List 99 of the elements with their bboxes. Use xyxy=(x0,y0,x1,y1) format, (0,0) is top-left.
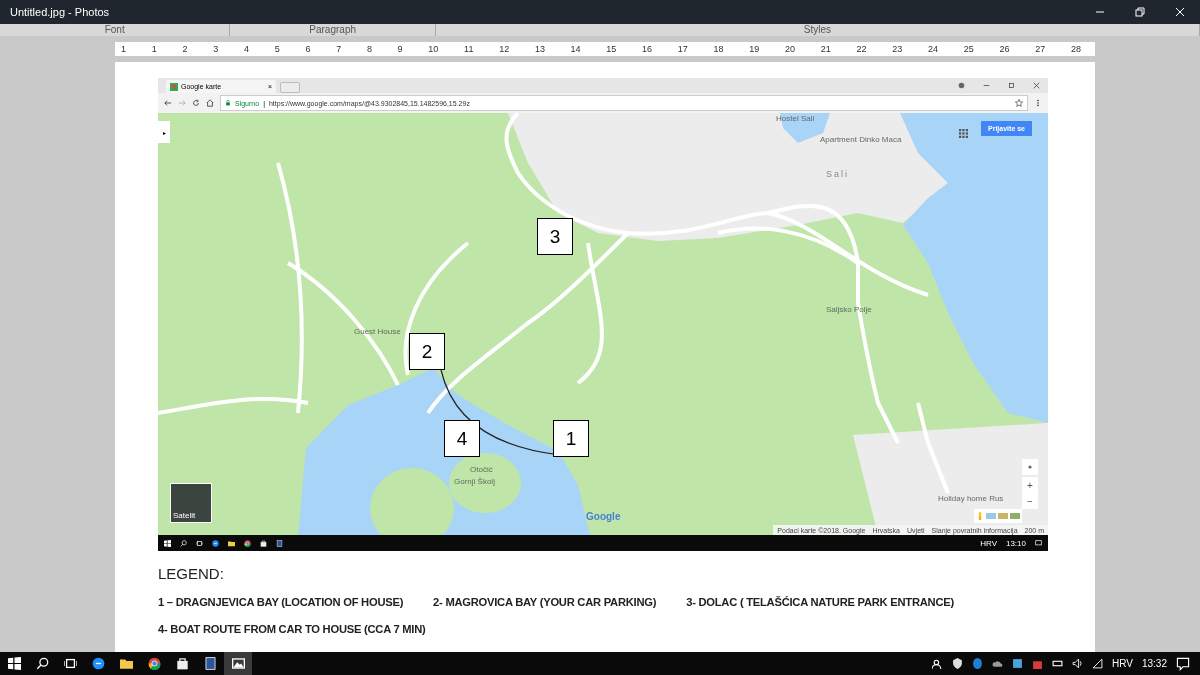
map-label: Gornji Školj xyxy=(454,477,495,486)
ruler-number: 23 xyxy=(892,44,903,54)
ruler-number: 12 xyxy=(499,44,510,54)
reload-icon[interactable] xyxy=(192,99,200,107)
ruler-number: 7 xyxy=(336,44,342,54)
window-title: Untitled.jpg - Photos xyxy=(9,6,111,18)
lock-icon xyxy=(225,100,231,106)
legend-item: 1 – DRAGNJEVICA BAY (LOCATION OF HOUSE) xyxy=(158,596,404,608)
ruler-number: 20 xyxy=(785,44,796,54)
ruler-number: 28 xyxy=(1070,44,1081,54)
notification-icon[interactable] xyxy=(1176,656,1190,671)
ribbon-group-label: Paragraph xyxy=(230,24,436,36)
back-arrow-icon[interactable] xyxy=(164,99,172,107)
ruler-number: 14 xyxy=(570,44,581,54)
clock-text: 13:10 xyxy=(1005,538,1026,548)
map-label: Apartment Dinko Maca xyxy=(820,135,902,144)
legend-title: LEGEND: xyxy=(158,565,225,582)
ruler-number: 5 xyxy=(274,44,280,54)
browser-e-icon xyxy=(91,657,105,670)
people-icon[interactable] xyxy=(932,658,944,669)
map-marker: 2 xyxy=(409,333,445,370)
map-label: Sali xyxy=(826,169,849,179)
ruler-number: 27 xyxy=(1035,44,1046,54)
home-icon[interactable] xyxy=(206,99,214,107)
ribbon-group-label: Font xyxy=(0,24,231,36)
map-label: Otočić xyxy=(470,465,493,474)
map-marker: 4 xyxy=(444,420,480,457)
legend-item: 4- BOAT ROUTE FROM CAR TO HOUSE (CCA 7 MIN) xyxy=(158,623,426,635)
ruler-number: 18 xyxy=(713,44,724,54)
cloud-icon[interactable] xyxy=(992,658,1004,669)
ruler-number: 2 xyxy=(182,44,188,54)
close-icon[interactable] xyxy=(1033,82,1040,89)
battery-icon[interactable] xyxy=(1052,658,1064,669)
map-label: Hostel Sali xyxy=(776,114,815,123)
folder-icon xyxy=(119,657,133,670)
clock-text[interactable]: 13:32 xyxy=(1141,658,1167,669)
ruler-number: 1 xyxy=(121,44,126,54)
ruler-number: 4 xyxy=(243,44,249,54)
ruler-number: 25 xyxy=(963,44,974,54)
map-logo: Google xyxy=(586,511,621,522)
ribbon-group-label: Styles xyxy=(435,24,1200,36)
map-label: Holiday home Rus xyxy=(938,494,1004,503)
chrome-icon xyxy=(147,657,161,670)
search-icon xyxy=(35,657,49,670)
wifi-icon[interactable] xyxy=(1092,658,1104,669)
task-view-icon xyxy=(63,657,77,670)
ruler-number: 16 xyxy=(642,44,653,54)
minimize-icon[interactable] xyxy=(983,82,990,89)
profile-icon[interactable] xyxy=(958,82,965,89)
ruler-number: 6 xyxy=(305,44,311,54)
restore-icon[interactable] xyxy=(1008,82,1015,89)
notification-icon[interactable] xyxy=(1035,539,1042,547)
apps-grid-icon[interactable] xyxy=(959,129,968,138)
legend-item: 2- MAGROVICA BAY (YOUR CAR PARKING) xyxy=(433,596,657,608)
zoom-out-button[interactable]: − xyxy=(1022,493,1038,509)
restore-icon xyxy=(1135,7,1145,17)
chrome-icon[interactable] xyxy=(244,539,251,547)
search-icon[interactable] xyxy=(180,539,187,547)
ruler-number: 26 xyxy=(999,44,1010,54)
legend-item: 3- DOLAC ( TELAŠĆICA NATURE PARK ENTRANCE) xyxy=(686,596,954,608)
menu-icon[interactable] xyxy=(1034,99,1042,107)
language-indicator[interactable]: HRV xyxy=(1112,658,1133,669)
ruler-number: 15 xyxy=(606,44,617,54)
star-icon[interactable] xyxy=(1015,98,1023,107)
folder-icon[interactable] xyxy=(228,539,235,547)
bag-icon xyxy=(175,657,189,670)
ruler-number: 11 xyxy=(464,44,474,54)
ruler-number: 8 xyxy=(366,44,372,54)
locate-icon xyxy=(1026,463,1034,471)
close-icon xyxy=(1175,7,1185,17)
ruler-number: 10 xyxy=(428,44,439,54)
satellite-toggle[interactable]: Satelit xyxy=(170,483,212,523)
map-pin-icon xyxy=(170,82,178,91)
map-marker: 3 xyxy=(537,218,573,255)
ruler-number: 21 xyxy=(820,44,831,54)
bag-icon[interactable] xyxy=(260,539,267,547)
ruler-number: 13 xyxy=(534,44,545,54)
ruler-number: 17 xyxy=(677,44,688,54)
windows-logo-icon xyxy=(7,657,21,670)
ruler-number: 19 xyxy=(749,44,760,54)
zoom-in-button[interactable]: + xyxy=(1022,477,1038,493)
map-marker: 1 xyxy=(553,420,589,457)
ruler-number: 9 xyxy=(397,44,403,54)
task-view-icon[interactable] xyxy=(196,539,203,547)
ruler-number: 3 xyxy=(213,44,219,54)
speaker-icon[interactable] xyxy=(1072,658,1084,669)
language-indicator: HRV xyxy=(980,538,997,548)
document-icon[interactable] xyxy=(276,539,283,547)
app-tray-icon[interactable] xyxy=(1012,658,1024,669)
ruler-number: 1 xyxy=(151,44,157,54)
photo-icon xyxy=(231,657,245,670)
ruler-number: 24 xyxy=(927,44,938,54)
document-icon xyxy=(203,657,217,670)
shield-icon[interactable] xyxy=(952,658,964,669)
windows-logo-icon[interactable] xyxy=(164,539,171,547)
ruler-number: 22 xyxy=(856,44,867,54)
photos-button[interactable] xyxy=(224,652,252,675)
browser-e-icon[interactable] xyxy=(212,539,219,547)
pegman-icon xyxy=(976,511,984,521)
